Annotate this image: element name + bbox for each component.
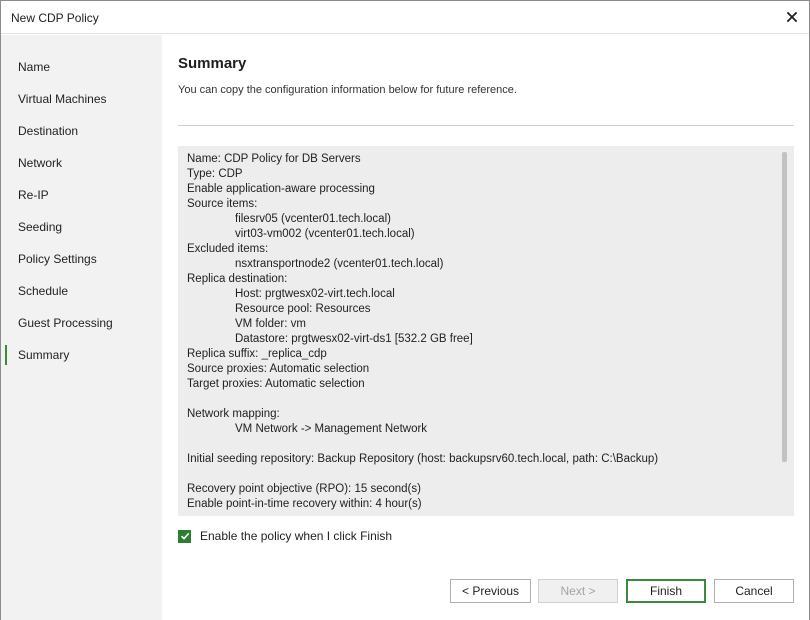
- active-step-indicator: [5, 345, 7, 365]
- summary-line: nsxtransportnode2 (vcenter01.tech.local): [235, 258, 444, 270]
- enable-policy-option[interactable]: Enable the policy when I click Finish: [178, 528, 392, 544]
- summary-lines: Name: CDP Policy for DB Servers Type: CDP…: [187, 152, 772, 512]
- sidebar-item-label: Summary: [18, 348, 70, 362]
- sidebar-item-name[interactable]: Name: [1, 55, 162, 79]
- summary-line: Initial seeding repository: Backup Repos…: [187, 453, 659, 465]
- summary-line: Target proxies: Automatic selection: [187, 378, 365, 390]
- sidebar-item-label: Schedule: [18, 284, 69, 298]
- sidebar-item-label: Network: [18, 156, 63, 170]
- sidebar-item-summary[interactable]: Summary: [1, 343, 162, 367]
- sidebar-item-label: Policy Settings: [18, 252, 97, 266]
- sidebar-item-label: Seeding: [18, 220, 63, 234]
- sidebar-item-re-ip[interactable]: Re-IP: [1, 183, 162, 207]
- enable-policy-checkbox[interactable]: [178, 529, 191, 543]
- sidebar-item-label: Re-IP: [18, 188, 49, 202]
- sidebar-item-guest-processing[interactable]: Guest Processing: [1, 311, 162, 335]
- sidebar-item-destination[interactable]: Destination: [1, 119, 162, 143]
- summary-line: Enable application-aware processing: [187, 183, 375, 195]
- window-title: New CDP Policy: [11, 11, 99, 25]
- main-content: Summary You can copy the configuration i…: [162, 35, 809, 620]
- summary-line: Host: prgtwesx02-virt.tech.local: [235, 288, 395, 300]
- summary-line: Replica destination:: [187, 273, 288, 285]
- summary-line: Resource pool: Resources: [235, 303, 371, 315]
- summary-line: Enable point-in-time recovery within: 4 …: [187, 498, 422, 510]
- cancel-button[interactable]: Cancel: [714, 579, 794, 603]
- sidebar-item-label: Destination: [18, 124, 79, 138]
- summary-line: Source items:: [187, 198, 258, 210]
- page-subtitle: You can copy the configuration informati…: [178, 84, 517, 96]
- sidebar-item-label: Guest Processing: [18, 316, 113, 330]
- summary-line: Datastore: prgtwesx02-virt-ds1 [532.2 GB…: [235, 333, 473, 345]
- summary-line: Excluded items:: [187, 243, 269, 255]
- summary-text-area[interactable]: Name: CDP Policy for DB Servers Type: CDP…: [178, 146, 794, 516]
- next-button[interactable]: Next >: [538, 579, 618, 603]
- summary-line: VM folder: vm: [235, 318, 306, 330]
- summary-line: Name: CDP Policy for DB Servers: [187, 153, 361, 165]
- title-bar: New CDP Policy: [1, 1, 809, 34]
- summary-line: VM Network -> Management Network: [235, 423, 428, 435]
- sidebar-item-seeding[interactable]: Seeding: [1, 215, 162, 239]
- previous-button[interactable]: < Previous: [450, 579, 531, 603]
- sidebar-item-virtual-machines[interactable]: Virtual Machines: [1, 87, 162, 111]
- summary-line: Source proxies: Automatic selection: [187, 363, 370, 375]
- sidebar-item-schedule[interactable]: Schedule: [1, 279, 162, 303]
- close-button[interactable]: [779, 5, 805, 29]
- sidebar-item-label: Virtual Machines: [18, 92, 107, 106]
- finish-button[interactable]: Finish: [626, 579, 706, 603]
- page-title: Summary: [178, 55, 247, 72]
- sidebar-item-label: Name: [18, 60, 51, 74]
- summary-blank-line: [187, 467, 772, 482]
- close-icon: [787, 12, 797, 22]
- summary-scrollbar[interactable]: [782, 152, 787, 462]
- summary-line: Type: CDP: [187, 168, 243, 180]
- summary-line: virt03-vm002 (vcenter01.tech.local): [235, 228, 415, 240]
- summary-line: Network mapping:: [187, 408, 280, 420]
- sidebar-item-policy-settings[interactable]: Policy Settings: [1, 247, 162, 271]
- sidebar-item-network[interactable]: Network: [1, 151, 162, 175]
- summary-line: Replica suffix: _replica_cdp: [187, 348, 327, 360]
- checkmark-icon: [180, 532, 189, 540]
- new-cdp-policy-dialog: New CDP Policy Name Virtual Machines Des…: [0, 0, 810, 620]
- summary-line: Recovery point objective (RPO): 15 secon…: [187, 483, 421, 495]
- summary-line: filesrv05 (vcenter01.tech.local): [235, 213, 391, 225]
- header-divider: [178, 125, 794, 126]
- summary-blank-line: [187, 437, 772, 452]
- wizard-steps-sidebar: Name Virtual Machines Destination Networ…: [1, 35, 162, 620]
- enable-policy-label: Enable the policy when I click Finish: [200, 529, 393, 543]
- summary-blank-line: [187, 392, 772, 407]
